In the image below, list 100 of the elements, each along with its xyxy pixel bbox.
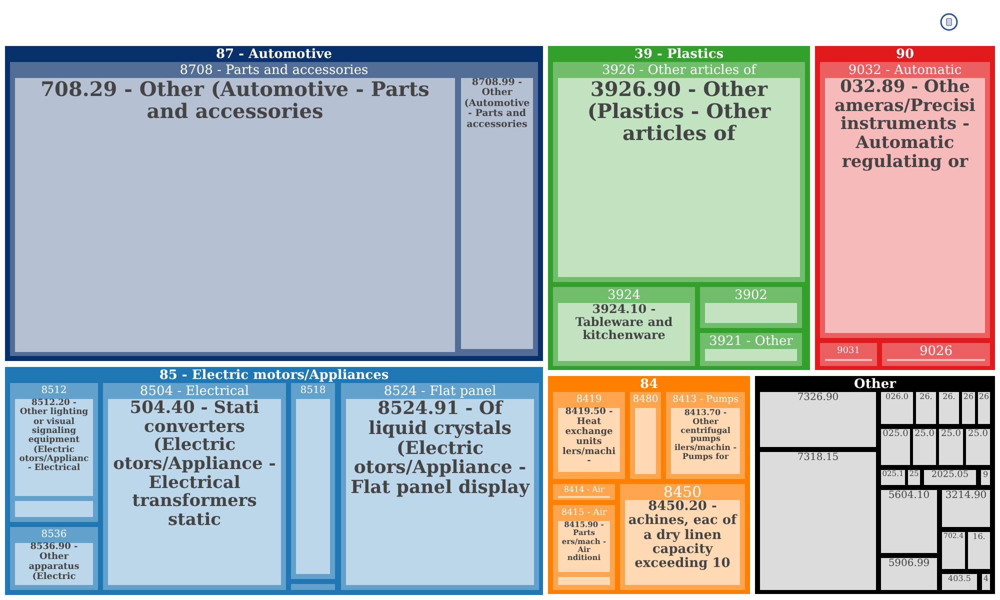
leaf-tile[interactable]: 26 — [962, 392, 975, 424]
category-label: 8518 — [300, 386, 326, 396]
category-label: 8708 - Parts and accessories — [180, 64, 368, 76]
leaf-tile[interactable] — [296, 399, 330, 574]
leaf-label: 025.0 — [882, 429, 908, 440]
category-tile[interactable]: 8504 - Electrical 504.40 - Stati converters (Electric otors/Appliance - Electrical transformers static — [103, 383, 286, 590]
leaf-tile[interactable]: 25.0 — [939, 429, 963, 465]
leaf-tile[interactable]: 7326.90 — [760, 392, 876, 447]
leaf-label: 708.29 - Other (Automotive - Parts and accessories — [40, 78, 430, 122]
leaf-tile[interactable]: 8450.20 - achines, eac of a dry linen capacity exceeding 10 — [625, 500, 740, 585]
leaf-label: 3924.10 - Tableware and kitchenware — [574, 303, 674, 343]
category-tile[interactable]: 8419 8419.50 - Heat exchange units lers/machi - — [553, 392, 625, 479]
category-tile[interactable]: 9032 - Automatic 032.89 - Othe ameras/Precisi instruments - Automatic regulating or — [820, 62, 990, 338]
category-label: 3921 - Other — [709, 334, 793, 348]
leaf-label: 25.0 — [914, 429, 935, 440]
category-label: 8480 — [632, 395, 658, 405]
group-label: Other — [854, 378, 896, 390]
category-label: 9032 - Automatic — [848, 64, 962, 76]
leaf-tile[interactable]: 25.0 — [966, 429, 990, 465]
category-tile[interactable] — [291, 584, 335, 590]
group-tile[interactable]: 90 9032 - Automatic 032.89 - Othe ameras/Precisi instruments - Automatic regulating or 9031 9026 — [815, 46, 995, 370]
leaf-tile[interactable]: 26 — [978, 392, 990, 424]
group-label: 85 - Electric motors/Appliances — [159, 368, 389, 382]
leaf-tile[interactable] — [705, 349, 797, 361]
group-tile[interactable]: 87 - Automotive 8708 - Parts and accessories 708.29 - Other (Automotive - Parts and accessories 8708.99 - Other (Automotive - Parts and accessories — [5, 46, 543, 361]
category-label: 3926 - Other articles of — [602, 64, 756, 76]
leaf-tile[interactable]: 8708.99 - Other (Automotive - Parts and accessories — [461, 78, 533, 349]
category-tile[interactable]: 8450 8450.20 - achines, eac of a dry linen capacity exceeding 10 — [620, 484, 745, 590]
leaf-label: 2025.05 — [931, 470, 969, 480]
leaf-tile[interactable]: 26. — [939, 392, 959, 424]
leaf-label: 4 — [983, 574, 989, 584]
leaf-label: 26. — [920, 392, 932, 402]
leaf-label: 5604.10 — [888, 490, 930, 502]
category-tile[interactable]: 3924 3924.10 - Tableware and kitchenware — [553, 287, 695, 366]
group-tile[interactable] — [548, 376, 750, 594]
leaf-tile[interactable]: 026.0 — [881, 392, 913, 424]
category-label: 8419 — [576, 395, 602, 405]
group-label: 90 — [896, 48, 914, 60]
leaf-tile[interactable]: 16. — [968, 532, 990, 569]
leaf-tile[interactable]: 8413.70 - Other centrifugal pumps ilers/machin - Pumps for — [671, 408, 740, 474]
leaf-tile[interactable]: 5604.10 — [881, 490, 937, 553]
leaf-tile[interactable]: 3214.90 — [942, 490, 990, 527]
leaf-tile[interactable]: 8524.91 - Of liquid crystals (Electric otors/Appliance - Flat panel display — [346, 399, 534, 585]
leaf-tile[interactable] — [705, 303, 797, 323]
leaf-label: 26 — [978, 392, 990, 402]
category-label: 8415 - Air — [561, 508, 607, 518]
leaf-label: 026.0 — [886, 392, 908, 402]
leaf-label: 5906.99 — [888, 558, 930, 570]
leaf-label: 8512.20 - Other lighting or visual signaling equipment (Electric otors/Applianc - Electrical — [18, 399, 90, 474]
leaf-label: 3214.90 — [945, 490, 987, 502]
leaf-label: 26 — [963, 392, 974, 402]
category-tile[interactable]: 8413 - Pumps 8413.70 - Other centrifugal pumps ilers/machin - Pumps for — [666, 392, 745, 479]
leaf-tile[interactable] — [558, 577, 610, 585]
leaf-tile[interactable]: 504.40 - Stati converters (Electric otors/Appliance - Electrical transformers static — [108, 399, 281, 585]
leaf-label: 25.0 — [940, 429, 962, 440]
category-label: 3902 — [734, 288, 768, 302]
leaf-label: 8708.99 - Other (Automotive - Parts and accessories — [463, 78, 531, 130]
leaf-tile[interactable]: 9 — [981, 470, 990, 485]
group-label: 39 - Plastics — [634, 48, 724, 60]
category-tile[interactable]: 8524 - Flat panel 8524.91 - Of liquid crystals (Electric otors/Appliance - Flat panel display — [341, 383, 539, 590]
leaf-tile[interactable] — [635, 408, 656, 474]
leaf-tile[interactable]: 3926.90 - Other (Plastics - Other articles of — [558, 78, 800, 277]
leaf-label: 504.40 - Stati converters (Electric otors/Appliance - Electrical transformers static — [112, 399, 277, 530]
category-label: 3924 — [607, 288, 641, 302]
leaf-label: 3926.90 - Other (Plastics - Other articles of — [586, 78, 772, 144]
category-tile[interactable]: 3926 - Other articles of 3926.90 - Other (Plastics - Other articles of — [553, 62, 805, 282]
leaf-tile[interactable]: 708.29 - Other (Automotive - Parts and accessories — [15, 78, 455, 352]
leaf-tile[interactable]: 4 — [982, 574, 990, 590]
category-tile[interactable]: 8512 8512.20 - Other lighting or visual signaling equipment (Electric otors/Applianc - Electrical — [10, 383, 98, 522]
leaf-label: 8524.91 - Of liquid crystals (Electric otors/Appliance - Flat panel display — [350, 399, 531, 498]
leaf-tile[interactable]: 3924.10 - Tableware and kitchenware — [558, 303, 690, 361]
leaf-tile[interactable]: 2025.05 — [924, 470, 976, 485]
category-label: 8512 — [41, 386, 67, 396]
category-label: 9031 — [837, 346, 860, 356]
leaf-label: 7318.15 — [797, 452, 839, 464]
group-tile[interactable] — [5, 367, 543, 595]
category-label: 8413 - Pumps — [672, 395, 738, 405]
category-tile[interactable]: 8536 8536.90 - Other apparatus (Electric — [10, 527, 98, 590]
category-label: 8450 — [663, 484, 702, 500]
category-tile[interactable]: 8708 - Parts and accessories 708.29 - Other (Automotive - Parts and accessories 8708.99 - Other (Automotive - Parts and accessories — [10, 62, 538, 356]
leaf-tile[interactable]: 25.0 — [913, 429, 936, 465]
leaf-tile[interactable]: 403.5 — [942, 574, 977, 590]
leaf-label: 032.89 - Othe ameras/Precisi instruments - Automatic regulating or — [834, 78, 976, 172]
leaf-tile[interactable]: 7318.15 — [760, 452, 876, 590]
group-tile[interactable]: 39 - Plastics 3926 - Other articles of 3926.90 - Other (Plastics - Other articles of 3924 3924.10 - Tableware and kitchenware 3902 3921 - Other — [548, 46, 810, 370]
leaf-tile[interactable]: 8536.90 - Other apparatus (Electric — [15, 543, 93, 585]
leaf-label: 7326.90 — [797, 392, 839, 404]
leaf-tile[interactable]: 5906.99 — [881, 558, 937, 590]
leaf-tile[interactable]: 8512.20 - Other lighting or visual signaling equipment (Electric otors/Applianc - Electrical — [15, 399, 93, 496]
leaf-tile[interactable]: 26. — [916, 392, 936, 424]
leaf-label: 9 — [982, 470, 988, 480]
leaf-tile[interactable]: 025.0 — [881, 429, 910, 465]
circle-icon[interactable] — [940, 13, 958, 31]
leaf-tile[interactable]: 032.89 - Othe ameras/Precisi instruments - Automatic regulating or — [825, 78, 985, 333]
leaf-label: 8536.90 - Other apparatus (Electric — [28, 543, 80, 583]
leaf-label: 8413.70 - Other centrifugal pumps ilers/machin - Pumps for — [673, 408, 738, 461]
leaf-label: 403.5 — [948, 574, 971, 584]
leaf-label: 8450.20 - achines, eac of a dry linen capacity exceeding 10 — [627, 500, 738, 572]
category-label: 8414 - Air — [564, 486, 604, 494]
leaf-tile[interactable] — [15, 501, 93, 517]
